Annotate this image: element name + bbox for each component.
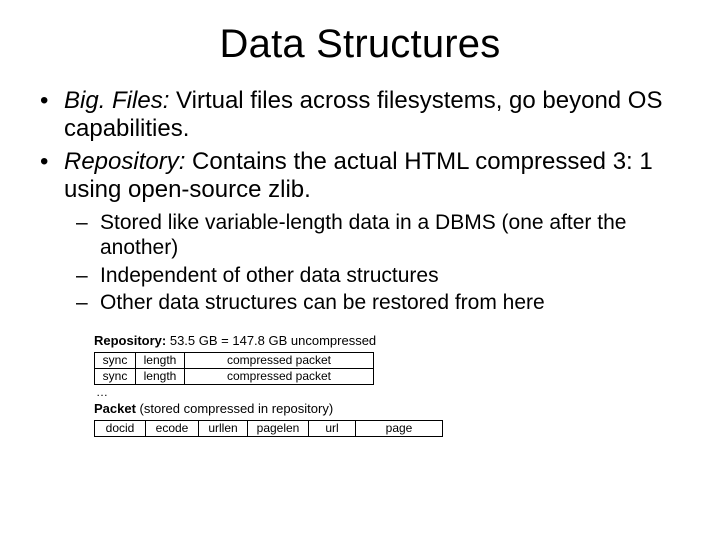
repository-size: 53.5 GB = 147.8 GB uncompressed [166, 333, 376, 348]
term-repository: Repository: [64, 148, 185, 175]
packet-label: Packet [94, 401, 136, 416]
bullet-list: Big. Files: Virtual files across filesys… [30, 87, 690, 204]
sub-bullet-item: Other data structures can be restored fr… [30, 290, 690, 315]
diagram: Repository: 53.5 GB = 147.8 GB uncompres… [94, 333, 690, 437]
cell-docid: docid [95, 421, 146, 437]
table-row: docid ecode urllen pagelen url page [95, 421, 443, 437]
cell-ecode: ecode [146, 421, 199, 437]
repository-label: Repository: [94, 333, 166, 348]
cell-urllen: urllen [199, 421, 248, 437]
slide-title: Data Structures [30, 22, 690, 67]
bullet-item: Big. Files: Virtual files across filesys… [30, 87, 690, 144]
cell-pagelen: pagelen [248, 421, 309, 437]
cell-compressed-packet: compressed packet [185, 369, 374, 385]
table-row: sync length compressed packet [95, 353, 374, 369]
packet-heading: Packet (stored compressed in repository) [94, 401, 690, 416]
table-row: sync length compressed packet [95, 369, 374, 385]
slide: Data Structures Big. Files: Virtual file… [0, 0, 720, 437]
bullet-item: Repository: Contains the actual HTML com… [30, 148, 690, 205]
term-bigfiles: Big. Files: [64, 87, 169, 114]
repository-table: sync length compressed packet sync lengt… [94, 352, 374, 385]
cell-compressed-packet: compressed packet [185, 353, 374, 369]
cell-page: page [356, 421, 443, 437]
cell-sync: sync [95, 353, 136, 369]
repository-heading: Repository: 53.5 GB = 147.8 GB uncompres… [94, 333, 690, 348]
cell-length: length [136, 353, 185, 369]
ellipsis: … [94, 385, 690, 399]
sub-bullet-item: Independent of other data structures [30, 263, 690, 288]
packet-note: (stored compressed in repository) [136, 401, 333, 416]
cell-length: length [136, 369, 185, 385]
sub-bullet-list: Stored like variable-length data in a DB… [30, 210, 690, 315]
cell-sync: sync [95, 369, 136, 385]
cell-url: url [309, 421, 356, 437]
packet-table: docid ecode urllen pagelen url page [94, 420, 443, 437]
sub-bullet-item: Stored like variable-length data in a DB… [30, 210, 690, 260]
